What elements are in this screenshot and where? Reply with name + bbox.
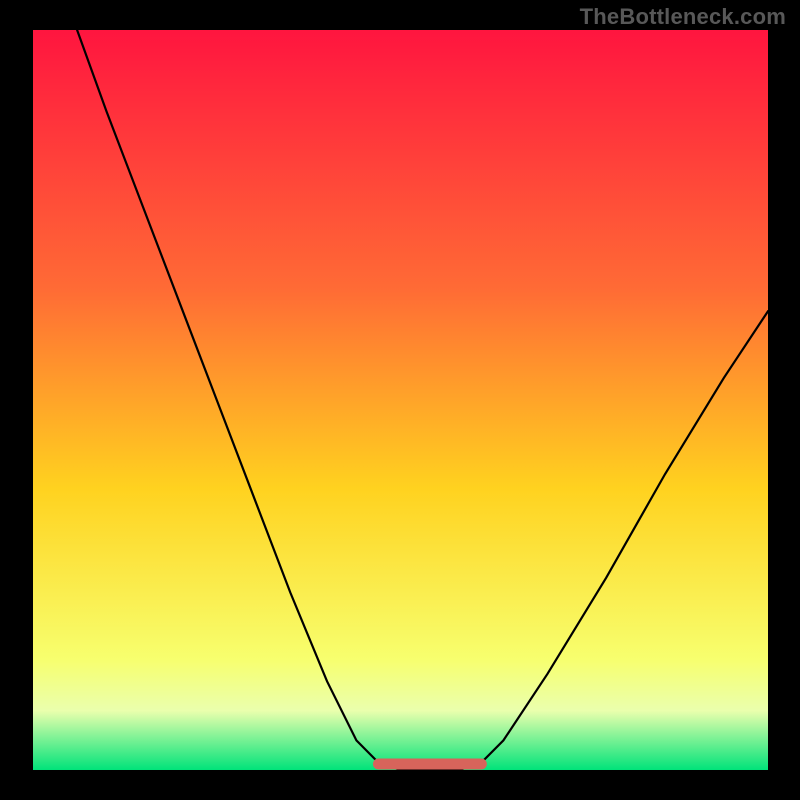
- plot-area: [33, 30, 768, 770]
- chart-frame: TheBottleneck.com: [0, 0, 800, 800]
- bottleneck-chart: [33, 30, 768, 770]
- watermark-label: TheBottleneck.com: [580, 4, 786, 30]
- gradient-background: [33, 30, 768, 770]
